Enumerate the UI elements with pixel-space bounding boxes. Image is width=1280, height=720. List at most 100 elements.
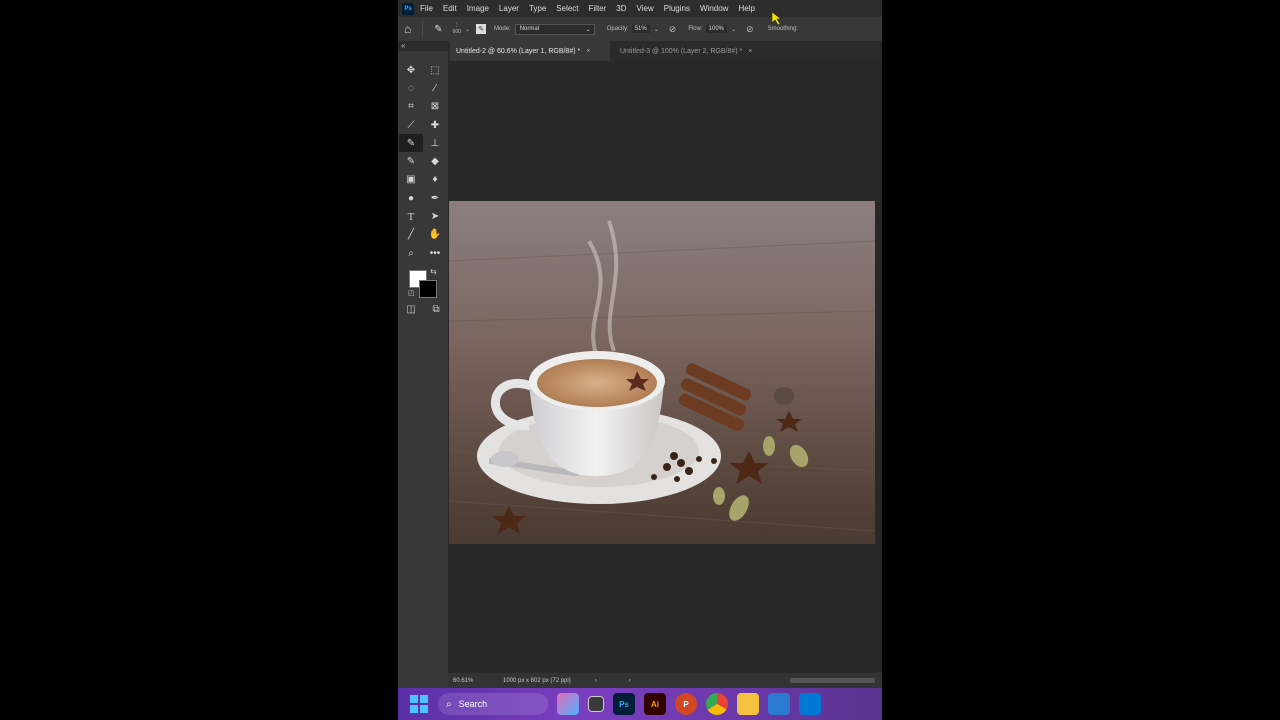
close-icon[interactable]: × xyxy=(586,48,590,55)
zoom-tool-icon[interactable]: ⌕ xyxy=(399,244,423,262)
frame-tool-icon[interactable]: ⊠ xyxy=(423,98,447,116)
opacity-label: Opacity: xyxy=(606,26,629,32)
search-label: Search xyxy=(458,699,488,709)
menu-plugins[interactable]: Plugins xyxy=(664,4,690,13)
brush-preset-icon[interactable]: ✎ xyxy=(434,24,442,35)
dodge-tool-icon[interactable]: ● xyxy=(399,189,423,207)
menu-select[interactable]: Select xyxy=(556,4,578,13)
windows-logo-tile xyxy=(410,705,418,713)
collapse-panel-icon[interactable]: « xyxy=(401,41,405,50)
marquee-tool-icon[interactable]: ⬚ xyxy=(423,61,447,79)
search-icon: ⌕ xyxy=(446,698,452,710)
more-tools-icon[interactable]: ••• xyxy=(423,244,447,262)
document-info[interactable]: 1000 px x 802 px (72 ppi) xyxy=(503,678,571,684)
opacity-field[interactable]: 51% xyxy=(631,25,650,33)
powerpoint-icon[interactable]: P xyxy=(675,693,697,715)
healing-tool-icon[interactable]: ✚ xyxy=(423,116,447,134)
chevron-down-icon[interactable]: ⌄ xyxy=(654,26,659,33)
windows-logo-tile xyxy=(420,705,428,713)
path-select-tool-icon[interactable]: ➤ xyxy=(423,207,447,225)
mode-label: Mode: xyxy=(494,26,511,32)
tab-untitled-3[interactable]: Untitled-3 @ 100% (Layer 2, RGB/8#) * × xyxy=(620,41,752,61)
menu-filter[interactable]: Filter xyxy=(589,4,607,13)
menu-type[interactable]: Type xyxy=(529,4,546,13)
taskbar-search[interactable]: ⌕ Search xyxy=(438,693,548,715)
tab-label: Untitled-3 @ 100% (Layer 2, RGB/8#) * xyxy=(620,47,743,55)
status-bar: 60.61% 1000 px x 802 px (72 ppi) › ‹ xyxy=(448,673,882,688)
mode-select[interactable]: Normal ⌄ xyxy=(514,23,595,35)
menu-help[interactable]: Help xyxy=(738,4,754,13)
vscode-icon[interactable] xyxy=(799,693,821,715)
windows-logo-tile xyxy=(420,695,428,703)
background-color-swatch[interactable] xyxy=(419,280,437,298)
swap-colors-icon[interactable]: ⇆ xyxy=(430,267,437,276)
copilot-icon[interactable] xyxy=(557,693,579,715)
menu-3d[interactable]: 3D xyxy=(616,4,626,13)
windows-logo-tile xyxy=(410,695,418,703)
canvas-area[interactable] xyxy=(448,61,882,673)
close-icon[interactable]: × xyxy=(748,48,752,55)
store-icon[interactable] xyxy=(768,693,790,715)
screen-mode-icon[interactable]: ⧉ xyxy=(433,304,440,315)
flow-label: Flow: xyxy=(688,26,703,32)
menu-bar: Ps File Edit Image Layer Type Select Fil… xyxy=(398,0,882,17)
status-arrow-icon[interactable]: › xyxy=(595,678,597,684)
eyedropper-tool-icon[interactable]: ⟋ xyxy=(399,116,423,134)
canvas-image xyxy=(449,201,875,544)
hand-tool-icon[interactable]: ✋ xyxy=(423,226,447,244)
tab-label: Untitled-2 @ 60.6% (Layer 1, RGB/8#) * xyxy=(456,47,581,55)
file-explorer-icon[interactable] xyxy=(737,693,759,715)
tab-untitled-2[interactable]: Untitled-2 @ 60.6% (Layer 1, RGB/8#) * × xyxy=(450,41,610,61)
menu-file[interactable]: File xyxy=(420,4,433,13)
mode-value: Normal xyxy=(519,26,540,32)
menu-image[interactable]: Image xyxy=(467,4,489,13)
tools-panel: ✥ ⬚ ◌ ⁄ ⌗ ⊠ ⟋ ✚ ✎ ⊥ ✎ ◆ ▣ ♦ ● ✒ T ➤ ╱ ✋ … xyxy=(398,51,448,688)
color-swatches: ⇆ ◰ xyxy=(408,267,439,300)
airbrush-icon[interactable]: ⊘ xyxy=(746,24,754,35)
chevron-down-icon: ⌄ xyxy=(585,26,591,33)
stamp-tool-icon[interactable]: ⊥ xyxy=(423,134,447,152)
chevron-down-icon[interactable]: ⌄ xyxy=(731,26,736,33)
line-tool-icon[interactable]: ╱ xyxy=(399,226,423,244)
default-colors-icon[interactable]: ◰ xyxy=(408,289,415,297)
menu-layer[interactable]: Layer xyxy=(499,4,519,13)
quick-mask-icon[interactable]: ◫ xyxy=(406,304,415,315)
smoothing-label: Smoothing: xyxy=(767,26,798,32)
task-view-icon[interactable] xyxy=(588,696,604,712)
crop-tool-icon[interactable]: ⌗ xyxy=(399,98,423,116)
divider xyxy=(422,21,424,37)
flow-field[interactable]: 100% xyxy=(705,25,728,33)
brush-size-picker[interactable]: ⁞ 600 xyxy=(453,23,461,35)
move-tool-icon[interactable]: ✥ xyxy=(399,61,423,79)
quick-select-tool-icon[interactable]: ⁄ xyxy=(423,79,447,97)
home-icon[interactable]: ⌂ xyxy=(404,22,411,36)
menu-window[interactable]: Window xyxy=(700,4,728,13)
tea-cup-photo xyxy=(449,201,875,544)
blur-tool-icon[interactable]: ♦ xyxy=(423,171,447,189)
photoshop-taskbar-icon[interactable]: Ps xyxy=(613,693,635,715)
lasso-tool-icon[interactable]: ◌ xyxy=(399,79,423,97)
brush-settings-icon[interactable]: ✎ xyxy=(476,24,487,34)
history-brush-tool-icon[interactable]: ✎ xyxy=(399,152,423,170)
illustrator-taskbar-icon[interactable]: Ai xyxy=(644,693,666,715)
brush-tool-icon[interactable]: ✎ xyxy=(399,134,423,153)
pen-tool-icon[interactable]: ✒ xyxy=(423,189,447,207)
windows-start-icon[interactable] xyxy=(410,695,428,713)
photoshop-logo-icon[interactable]: Ps xyxy=(402,2,414,15)
mouse-cursor-icon xyxy=(772,12,782,26)
windows-taskbar: ⌕ Search Ps Ai P xyxy=(398,688,882,720)
pressure-opacity-icon[interactable]: ⊘ xyxy=(669,24,677,35)
options-bar: ⌂ ✎ ⁞ 600 ⌄ ✎ Mode: Normal ⌄ Opacity: 51… xyxy=(398,17,882,42)
document-tabs: « Untitled-2 @ 60.6% (Layer 1, RGB/8#) *… xyxy=(398,41,882,61)
eraser-tool-icon[interactable]: ◆ xyxy=(423,152,447,170)
zoom-level[interactable]: 60.61% xyxy=(453,678,503,684)
type-tool-icon[interactable]: T xyxy=(399,207,423,225)
chrome-icon[interactable] xyxy=(706,693,728,715)
gradient-tool-icon[interactable]: ▣ xyxy=(399,171,423,189)
menu-view[interactable]: View xyxy=(637,4,654,13)
menu-edit[interactable]: Edit xyxy=(443,4,457,13)
brush-size-value: 600 xyxy=(452,29,461,35)
scroll-left-icon[interactable]: ‹ xyxy=(629,678,631,684)
chevron-down-icon[interactable]: ⌄ xyxy=(465,26,470,33)
horizontal-scrollbar[interactable] xyxy=(790,678,875,683)
